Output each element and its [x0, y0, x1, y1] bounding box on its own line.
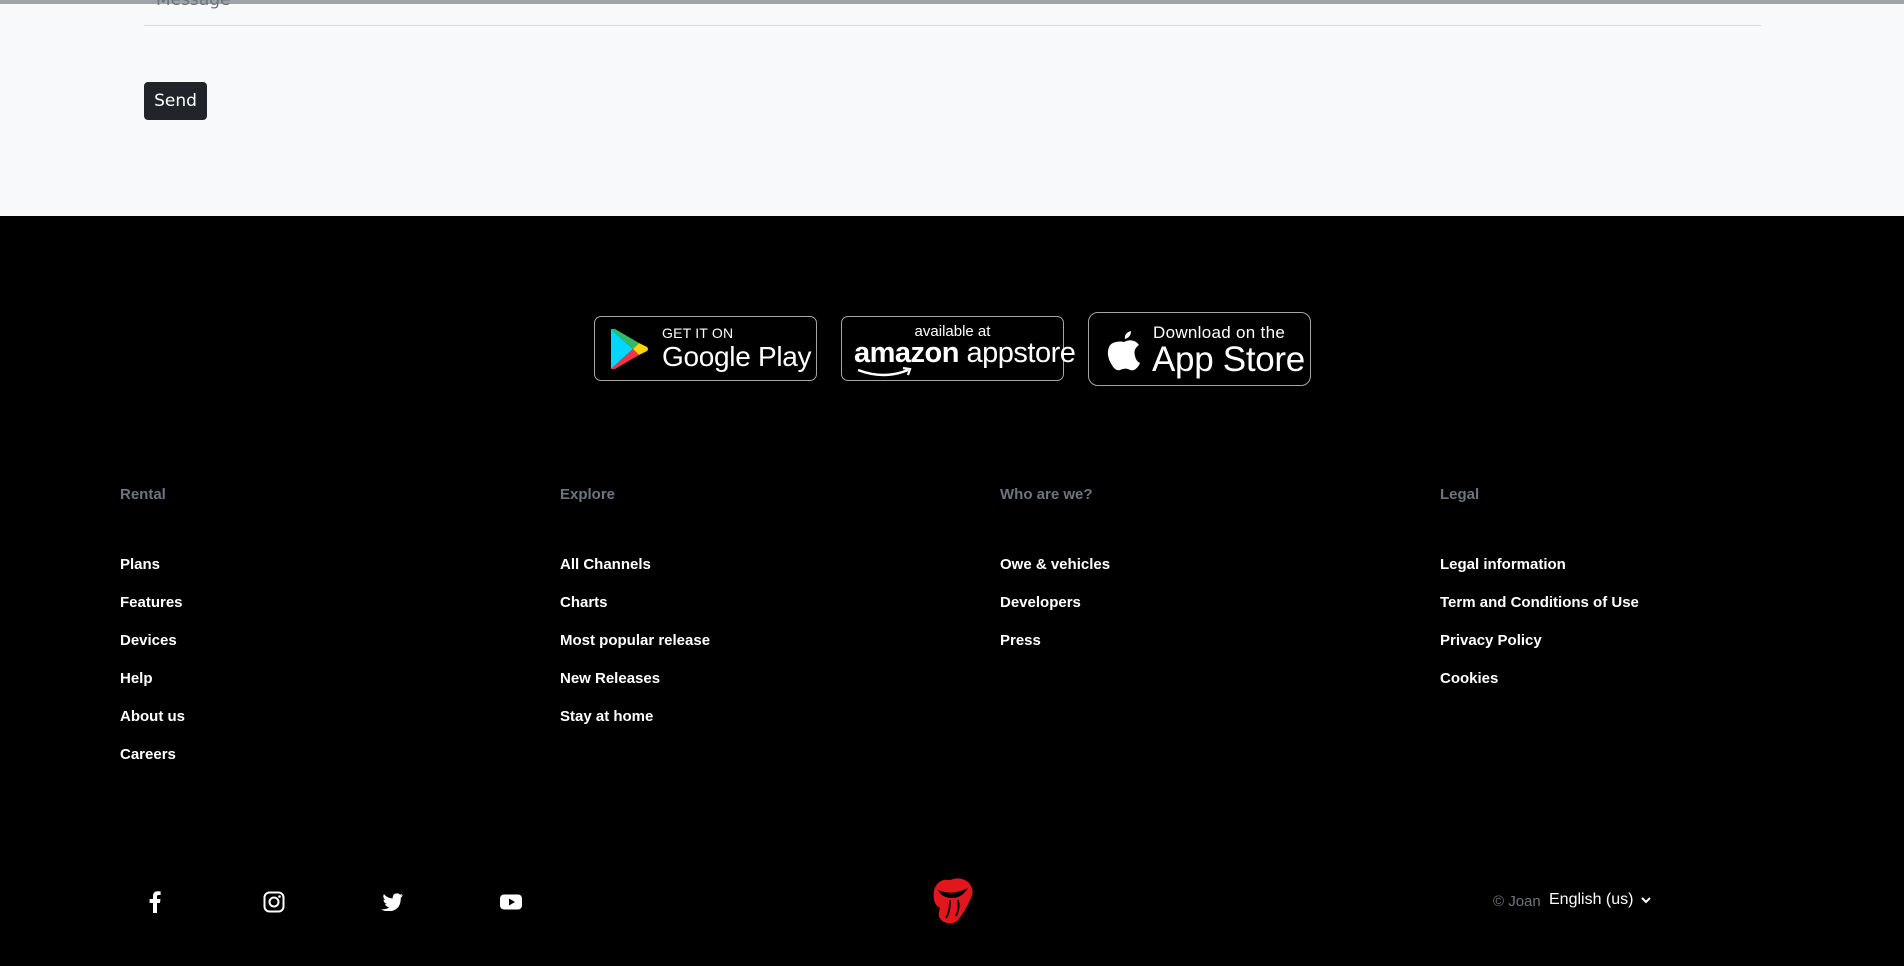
- footer-link-most-popular[interactable]: Most popular release: [560, 632, 710, 649]
- footer-link-charts[interactable]: Charts: [560, 594, 608, 611]
- column-heading: Legal: [1440, 486, 1480, 503]
- footer-link-new-releases[interactable]: New Releases: [560, 670, 660, 687]
- amazon-wordmark: amazon: [854, 337, 959, 369]
- footer-column-rental: Rental Plans Features Devices Help About…: [120, 486, 185, 784]
- google-play-icon: [611, 329, 648, 369]
- apple-icon: [1107, 331, 1140, 371]
- footer-link-terms[interactable]: Term and Conditions of Use: [1440, 594, 1639, 611]
- contact-form-area: Message Send: [0, 0, 1904, 216]
- footer-link-plans[interactable]: Plans: [120, 556, 160, 573]
- footer-link-press[interactable]: Press: [1000, 632, 1041, 649]
- footer-link-owe-vehicles[interactable]: Owe & vehicles: [1000, 556, 1110, 573]
- message-field[interactable]: Message: [144, 0, 1761, 26]
- google-play-badge[interactable]: GET IT ON Google Play: [594, 316, 817, 381]
- brand-logo-icon[interactable]: [928, 876, 976, 931]
- footer-link-developers[interactable]: Developers: [1000, 594, 1081, 611]
- footer-column-legal: Legal Legal information Term and Conditi…: [1440, 486, 1639, 708]
- send-button[interactable]: Send: [144, 82, 207, 120]
- footer-link-legal-information[interactable]: Legal information: [1440, 556, 1566, 573]
- footer-column-explore: Explore All Channels Charts Most popular…: [560, 486, 710, 746]
- footer-link-features[interactable]: Features: [120, 594, 183, 611]
- copyright-text: © Joan: [1493, 893, 1541, 910]
- amazon-appstore-badge[interactable]: available at amazon appstore: [841, 316, 1076, 381]
- footer-link-help[interactable]: Help: [120, 670, 153, 687]
- footer-column-who-are-we: Who are we? Owe & vehicles Developers Pr…: [1000, 486, 1110, 670]
- footer-link-stay-at-home[interactable]: Stay at home: [560, 708, 653, 725]
- google-badge-big-text: Google Play: [662, 341, 812, 372]
- footer-link-privacy-policy[interactable]: Privacy Policy: [1440, 632, 1542, 649]
- message-placeholder: Message: [156, 0, 231, 10]
- google-badge-small-text: GET IT ON: [662, 325, 734, 341]
- footer-link-careers[interactable]: Careers: [120, 746, 176, 763]
- column-heading: Who are we?: [1000, 486, 1093, 503]
- amazon-badge-big-text: amazon appstore: [854, 337, 1076, 370]
- footer-link-devices[interactable]: Devices: [120, 632, 177, 649]
- chevron-down-icon: [1641, 896, 1652, 903]
- footer-link-cookies[interactable]: Cookies: [1440, 670, 1498, 687]
- amazon-smile-icon: [857, 367, 912, 377]
- instagram-icon[interactable]: [262, 890, 286, 914]
- apple-badge-big-text: App Store: [1152, 340, 1305, 379]
- youtube-icon[interactable]: [499, 890, 523, 914]
- facebook-icon[interactable]: [143, 890, 167, 914]
- appstore-wordmark: appstore: [966, 337, 1076, 369]
- language-label: English (us): [1549, 891, 1634, 908]
- column-heading: Explore: [560, 486, 616, 503]
- footer-link-all-channels[interactable]: All Channels: [560, 556, 651, 573]
- twitter-icon[interactable]: [380, 890, 404, 914]
- site-footer: GET IT ON Google Play available at amazo…: [0, 216, 1904, 966]
- footer-link-about-us[interactable]: About us: [120, 708, 185, 725]
- language-selector[interactable]: English (us): [1549, 891, 1652, 909]
- column-heading: Rental: [120, 486, 166, 503]
- app-store-badge[interactable]: Download on the App Store: [1088, 312, 1311, 386]
